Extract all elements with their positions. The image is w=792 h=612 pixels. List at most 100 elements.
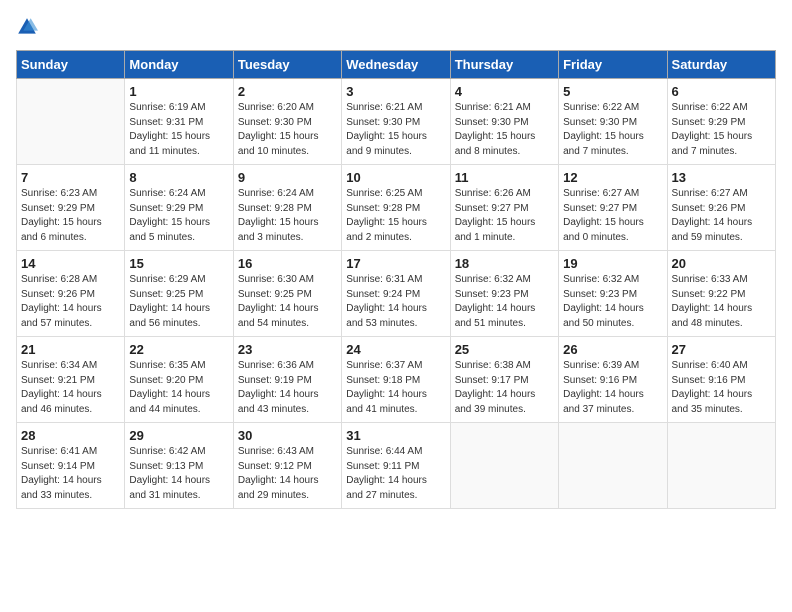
day-info: Sunrise: 6:21 AM Sunset: 9:30 PM Dayligh… (346, 101, 445, 159)
calendar-cell: 7 Sunrise: 6:23 AM Sunset: 9:29 PM Daylig… (17, 165, 125, 251)
weekday-header: Wednesday (342, 51, 450, 79)
calendar-cell: 25 Sunrise: 6:38 AM Sunset: 9:17 PM Dayli… (450, 337, 558, 423)
day-info: Sunrise: 6:27 AM Sunset: 9:26 PM Dayligh… (672, 187, 771, 245)
day-number: 16 (238, 256, 337, 271)
calendar-cell (450, 423, 558, 509)
weekday-header: Saturday (667, 51, 775, 79)
calendar-week-row: 1Sunrise: 6:19 AM Sunset: 9:31 PM Daylig… (17, 79, 776, 165)
day-info: Sunrise: 6:28 AM Sunset: 9:26 PM Dayligh… (21, 273, 120, 331)
calendar-week-row: 14Sunrise: 6:28 AM Sunset: 9:26 PM Dayli… (17, 251, 776, 337)
day-number: 28 (21, 428, 120, 443)
calendar-cell: 3 Sunrise: 6:21 AM Sunset: 9:30 PM Daylig… (342, 79, 450, 165)
calendar-cell: 20 Sunrise: 6:33 AM Sunset: 9:22 PM Dayli… (667, 251, 775, 337)
day-info: Sunrise: 6:35 AM Sunset: 9:20 PM Dayligh… (129, 359, 228, 417)
day-number: 9 (238, 170, 337, 185)
calendar-cell: 6Sunrise: 6:22 AM Sunset: 9:29 PM Daylig… (667, 79, 775, 165)
calendar-cell (17, 79, 125, 165)
day-info: Sunrise: 6:41 AM Sunset: 9:14 PM Dayligh… (21, 445, 120, 503)
day-info: Sunrise: 6:42 AM Sunset: 9:13 PM Dayligh… (129, 445, 228, 503)
calendar-cell: 15 Sunrise: 6:29 AM Sunset: 9:25 PM Dayli… (125, 251, 233, 337)
calendar-cell: 5 Sunrise: 6:22 AM Sunset: 9:30 PM Daylig… (559, 79, 667, 165)
day-info: Sunrise: 6:30 AM Sunset: 9:25 PM Dayligh… (238, 273, 337, 331)
day-number: 13 (672, 170, 771, 185)
calendar-cell: 23Sunrise: 6:36 AM Sunset: 9:19 PM Dayli… (233, 337, 341, 423)
calendar-cell: 11 Sunrise: 6:26 AM Sunset: 9:27 PM Dayli… (450, 165, 558, 251)
day-number: 20 (672, 256, 771, 271)
weekday-header: Friday (559, 51, 667, 79)
day-number: 2 (238, 84, 337, 99)
calendar-cell: 19 Sunrise: 6:32 AM Sunset: 9:23 PM Dayli… (559, 251, 667, 337)
calendar-week-row: 7 Sunrise: 6:23 AM Sunset: 9:29 PM Daylig… (17, 165, 776, 251)
day-info: Sunrise: 6:22 AM Sunset: 9:30 PM Dayligh… (563, 101, 662, 159)
day-info: Sunrise: 6:24 AM Sunset: 9:28 PM Dayligh… (238, 187, 337, 245)
day-info: Sunrise: 6:21 AM Sunset: 9:30 PM Dayligh… (455, 101, 554, 159)
day-info: Sunrise: 6:32 AM Sunset: 9:23 PM Dayligh… (455, 273, 554, 331)
calendar-table: SundayMondayTuesdayWednesdayThursdayFrid… (16, 50, 776, 509)
day-info: Sunrise: 6:20 AM Sunset: 9:30 PM Dayligh… (238, 101, 337, 159)
day-number: 18 (455, 256, 554, 271)
calendar-cell: 26 Sunrise: 6:39 AM Sunset: 9:16 PM Dayli… (559, 337, 667, 423)
day-number: 12 (563, 170, 662, 185)
calendar-cell: 28 Sunrise: 6:41 AM Sunset: 9:14 PM Dayli… (17, 423, 125, 509)
day-info: Sunrise: 6:43 AM Sunset: 9:12 PM Dayligh… (238, 445, 337, 503)
calendar-cell: 27 Sunrise: 6:40 AM Sunset: 9:16 PM Dayli… (667, 337, 775, 423)
day-info: Sunrise: 6:31 AM Sunset: 9:24 PM Dayligh… (346, 273, 445, 331)
day-number: 21 (21, 342, 120, 357)
calendar-cell: 13 Sunrise: 6:27 AM Sunset: 9:26 PM Dayli… (667, 165, 775, 251)
logo-icon (16, 16, 38, 38)
calendar-cell: 1Sunrise: 6:19 AM Sunset: 9:31 PM Daylig… (125, 79, 233, 165)
page-header (16, 16, 776, 38)
calendar-cell: 22 Sunrise: 6:35 AM Sunset: 9:20 PM Dayli… (125, 337, 233, 423)
day-info: Sunrise: 6:36 AM Sunset: 9:19 PM Dayligh… (238, 359, 337, 417)
day-number: 22 (129, 342, 228, 357)
day-info: Sunrise: 6:34 AM Sunset: 9:21 PM Dayligh… (21, 359, 120, 417)
day-number: 29 (129, 428, 228, 443)
day-info: Sunrise: 6:40 AM Sunset: 9:16 PM Dayligh… (672, 359, 771, 417)
calendar-cell: 8Sunrise: 6:24 AM Sunset: 9:29 PM Daylig… (125, 165, 233, 251)
calendar-cell: 16 Sunrise: 6:30 AM Sunset: 9:25 PM Dayli… (233, 251, 341, 337)
calendar-cell: 10 Sunrise: 6:25 AM Sunset: 9:28 PM Dayli… (342, 165, 450, 251)
day-info: Sunrise: 6:27 AM Sunset: 9:27 PM Dayligh… (563, 187, 662, 245)
calendar-cell: 2 Sunrise: 6:20 AM Sunset: 9:30 PM Daylig… (233, 79, 341, 165)
day-info: Sunrise: 6:29 AM Sunset: 9:25 PM Dayligh… (129, 273, 228, 331)
day-number: 4 (455, 84, 554, 99)
day-number: 19 (563, 256, 662, 271)
day-number: 6 (672, 84, 771, 99)
weekday-header: Monday (125, 51, 233, 79)
day-number: 11 (455, 170, 554, 185)
day-number: 25 (455, 342, 554, 357)
calendar-cell: 9 Sunrise: 6:24 AM Sunset: 9:28 PM Daylig… (233, 165, 341, 251)
day-info: Sunrise: 6:26 AM Sunset: 9:27 PM Dayligh… (455, 187, 554, 245)
day-number: 1 (129, 84, 228, 99)
calendar-cell: 17 Sunrise: 6:31 AM Sunset: 9:24 PM Dayli… (342, 251, 450, 337)
calendar-week-row: 21 Sunrise: 6:34 AM Sunset: 9:21 PM Dayli… (17, 337, 776, 423)
day-info: Sunrise: 6:33 AM Sunset: 9:22 PM Dayligh… (672, 273, 771, 331)
day-info: Sunrise: 6:39 AM Sunset: 9:16 PM Dayligh… (563, 359, 662, 417)
day-info: Sunrise: 6:38 AM Sunset: 9:17 PM Dayligh… (455, 359, 554, 417)
day-number: 17 (346, 256, 445, 271)
weekday-header: Tuesday (233, 51, 341, 79)
weekday-header: Thursday (450, 51, 558, 79)
weekday-header: Sunday (17, 51, 125, 79)
day-info: Sunrise: 6:23 AM Sunset: 9:29 PM Dayligh… (21, 187, 120, 245)
calendar-cell: 29 Sunrise: 6:42 AM Sunset: 9:13 PM Dayli… (125, 423, 233, 509)
day-number: 27 (672, 342, 771, 357)
calendar-cell: 14Sunrise: 6:28 AM Sunset: 9:26 PM Dayli… (17, 251, 125, 337)
day-info: Sunrise: 6:32 AM Sunset: 9:23 PM Dayligh… (563, 273, 662, 331)
day-number: 15 (129, 256, 228, 271)
calendar-cell (667, 423, 775, 509)
day-number: 7 (21, 170, 120, 185)
day-number: 26 (563, 342, 662, 357)
day-number: 30 (238, 428, 337, 443)
calendar-cell: 4 Sunrise: 6:21 AM Sunset: 9:30 PM Daylig… (450, 79, 558, 165)
calendar-cell: 24Sunrise: 6:37 AM Sunset: 9:18 PM Dayli… (342, 337, 450, 423)
calendar-cell: 12 Sunrise: 6:27 AM Sunset: 9:27 PM Dayli… (559, 165, 667, 251)
day-info: Sunrise: 6:25 AM Sunset: 9:28 PM Dayligh… (346, 187, 445, 245)
calendar-header-row: SundayMondayTuesdayWednesdayThursdayFrid… (17, 51, 776, 79)
day-number: 31 (346, 428, 445, 443)
day-number: 10 (346, 170, 445, 185)
calendar-cell (559, 423, 667, 509)
day-number: 3 (346, 84, 445, 99)
day-number: 5 (563, 84, 662, 99)
day-number: 8 (129, 170, 228, 185)
